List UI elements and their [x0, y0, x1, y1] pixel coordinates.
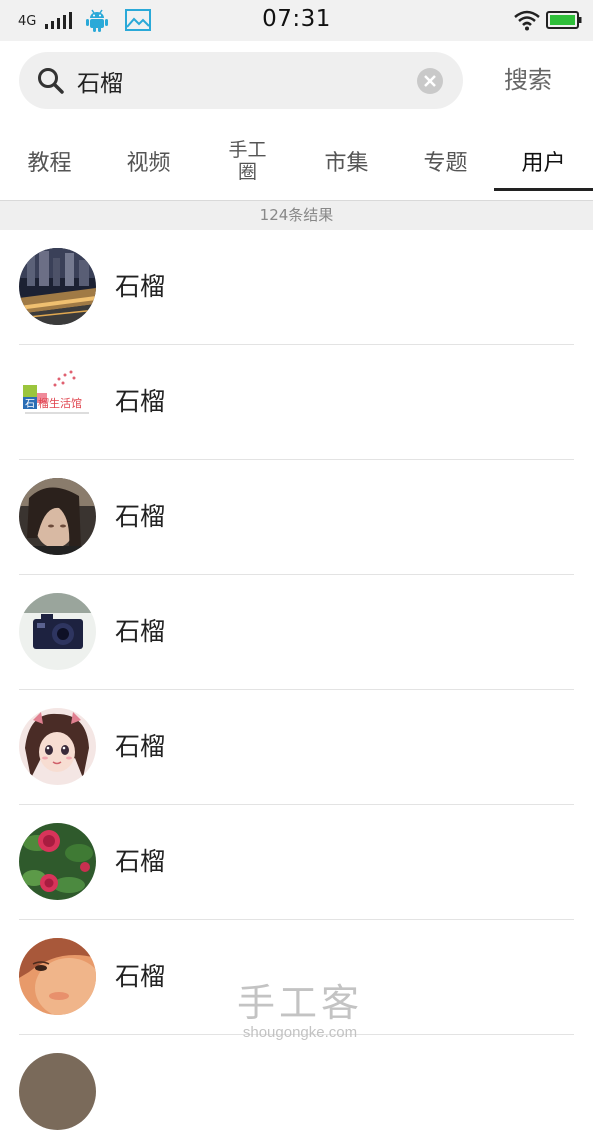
face-closeup-avatar[interactable]	[19, 938, 96, 1015]
tab-craft-circle[interactable]: 手工圈	[198, 122, 297, 200]
svg-text:石: 石	[25, 399, 35, 410]
city-night-avatar[interactable]	[19, 248, 96, 325]
search-icon	[38, 68, 64, 94]
watermark-logo: 手工客	[236, 981, 363, 1025]
clear-icon[interactable]	[416, 67, 444, 95]
watermark-url: shougongke.com	[242, 1024, 358, 1041]
result-count: 124条结果	[0, 201, 593, 230]
user-name: 石榴	[115, 732, 166, 761]
user-row[interactable]: 石榴	[19, 805, 574, 920]
search-button[interactable]: 搜索	[496, 52, 560, 109]
partial-avatar[interactable]	[19, 1053, 96, 1130]
user-row[interactable]: 石榴	[19, 690, 574, 805]
rose-avatar[interactable]	[19, 823, 96, 900]
wifi-icon	[514, 10, 540, 31]
tab-tutorials[interactable]: 教程	[0, 122, 99, 200]
battery-icon	[546, 11, 582, 29]
user-name: 石榴	[115, 387, 166, 416]
clock: 07:31	[262, 6, 331, 32]
user-row[interactable]: 石榴	[19, 460, 574, 575]
user-list: 石榴 石 榴生活馆 石榴 石榴 石榴 石榴 石榴 石榴	[0, 230, 593, 1130]
search-bar: 搜索	[0, 41, 593, 123]
user-row[interactable]: 石 榴生活馆 石榴	[19, 345, 574, 460]
tab-topics[interactable]: 专题	[396, 122, 495, 200]
user-name: 石榴	[115, 962, 166, 991]
logo-avatar[interactable]: 石 榴生活馆	[19, 363, 96, 440]
status-bar: 4G 07:31	[0, 0, 593, 41]
user-name: 石榴	[115, 502, 166, 531]
search-input[interactable]	[77, 52, 407, 109]
user-name: 石榴	[115, 272, 166, 301]
watermark: 手工客 shougongke.com	[220, 982, 380, 1042]
tab-market[interactable]: 市集	[297, 122, 396, 200]
search-box[interactable]	[19, 52, 463, 109]
user-name: 石榴	[115, 847, 166, 876]
tab-videos[interactable]: 视频	[99, 122, 198, 200]
tab-craft-circle-label: 手工圈	[228, 139, 267, 183]
portrait-avatar[interactable]	[19, 478, 96, 555]
user-name: 石榴	[115, 617, 166, 646]
user-row[interactable]: 石榴	[19, 575, 574, 690]
active-tab-indicator	[494, 188, 593, 191]
user-row[interactable]: 石榴	[19, 230, 574, 345]
logo-text: 榴生活馆	[38, 396, 82, 410]
cartoon-girl-avatar[interactable]	[19, 708, 96, 785]
camera-avatar[interactable]	[19, 593, 96, 670]
